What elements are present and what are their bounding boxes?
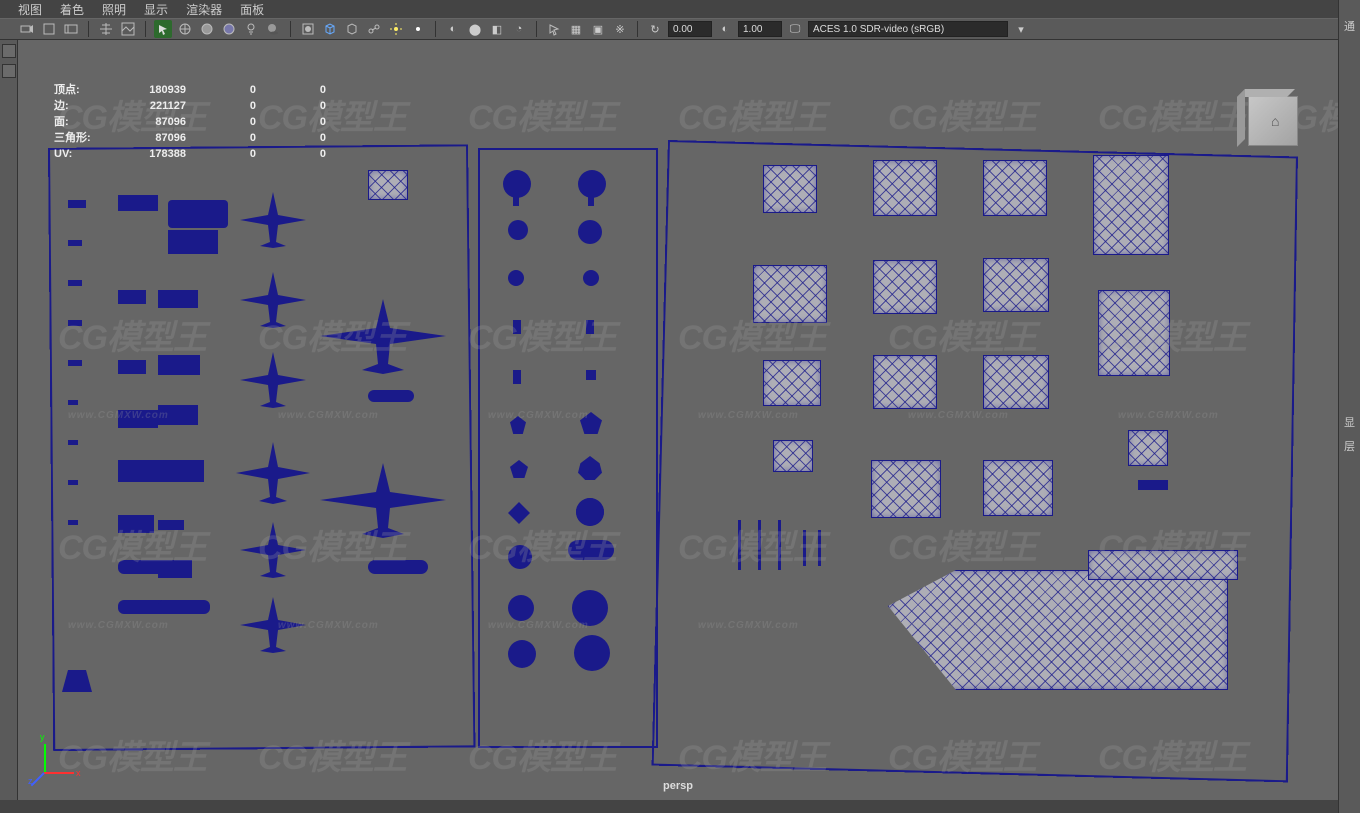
gamma-icon[interactable]: ◐ <box>716 20 734 38</box>
film-gate-icon[interactable] <box>62 20 80 38</box>
display-tab[interactable]: 显 <box>1339 414 1360 430</box>
watermark: CG模型王 <box>888 730 1036 779</box>
select-tool-icon[interactable] <box>545 20 563 38</box>
anti-alias-icon[interactable]: ◧ <box>488 20 506 38</box>
dof-icon[interactable]: ◔ <box>510 20 528 38</box>
menu-shading[interactable]: 着色 <box>60 1 84 18</box>
point-light-icon[interactable] <box>409 20 427 38</box>
watermark: CG模型王 <box>888 520 1036 569</box>
watermark: CG模型王 <box>1098 90 1246 139</box>
watermark: CG模型王 <box>58 520 206 569</box>
select-camera-icon[interactable] <box>18 20 36 38</box>
watermark: CG模型王 <box>1098 310 1246 359</box>
shadows-icon[interactable] <box>264 20 282 38</box>
refresh-icon[interactable]: ↻ <box>646 20 664 38</box>
watermark: CG模型王 <box>678 520 826 569</box>
textured-icon[interactable] <box>220 20 238 38</box>
watermark-url: www.CGMXW.com <box>1118 410 1219 421</box>
watermark: CG模型王 <box>1098 520 1246 569</box>
viewport-icon[interactable]: ▣ <box>589 20 607 38</box>
left-toolbar <box>0 40 18 800</box>
monitor-icon[interactable]: 🖵 <box>786 20 804 38</box>
menu-renderer[interactable]: 渲染器 <box>186 1 222 18</box>
left-tool-1[interactable] <box>2 44 16 58</box>
image-plane-icon[interactable] <box>119 20 137 38</box>
hud-row-edges: 边: 221127 0 0 <box>54 98 326 114</box>
watermark: CG模型王 <box>678 90 826 139</box>
bookmark-icon[interactable] <box>40 20 58 38</box>
group-border-mid <box>478 148 658 748</box>
watermark-url: www.CGMXW.com <box>488 410 589 421</box>
watermark: CG模型王 <box>888 310 1036 359</box>
isolate-select-icon[interactable] <box>299 20 317 38</box>
watermark: CG模型王 <box>258 310 406 359</box>
watermark-url: www.CGMXW.com <box>68 410 169 421</box>
watermark: CG模型王 <box>468 520 616 569</box>
particles-icon[interactable]: ※ <box>611 20 629 38</box>
watermark: CG模型王 <box>888 90 1036 139</box>
camera-label: persp <box>663 780 693 792</box>
hud-row-uvs: UV: 178388 0 0 <box>54 146 326 162</box>
hud-row-tris: 三角形: 87096 0 0 <box>54 130 326 146</box>
wireframe-icon[interactable] <box>176 20 194 38</box>
right-sidebar: 通 显 层 <box>1338 0 1360 813</box>
watermark: CG模型王 <box>1098 730 1246 779</box>
watermark: CG模型王 <box>258 520 406 569</box>
ao-icon[interactable]: ◐ <box>444 20 462 38</box>
home-icon: ⌂ <box>1271 113 1279 129</box>
watermark-url: www.CGMXW.com <box>68 620 169 631</box>
panel-menu: 视图 着色 照明 显示 渲染器 面板 <box>18 0 264 18</box>
gamma-field[interactable]: 1.00 <box>738 21 782 37</box>
menu-show[interactable]: 显示 <box>144 1 168 18</box>
menu-lighting[interactable]: 照明 <box>102 1 126 18</box>
watermark-url: www.CGMXW.com <box>278 620 379 631</box>
watermark: CG模型王 <box>258 730 406 779</box>
motion-blur-icon[interactable]: ⬤ <box>466 20 484 38</box>
cube-icon[interactable] <box>321 20 339 38</box>
menu-panels[interactable]: 面板 <box>240 1 264 18</box>
watermark-url: www.CGMXW.com <box>698 620 799 631</box>
exposure-field[interactable]: 0.00 <box>668 21 712 37</box>
smooth-shade-icon[interactable] <box>198 20 216 38</box>
hud-row-faces: 面: 87096 0 0 <box>54 114 326 130</box>
menu-view[interactable]: 视图 <box>18 1 42 18</box>
grid-icon[interactable] <box>97 20 115 38</box>
watermark-url: www.CGMXW.com <box>1118 620 1219 631</box>
channel-box-tab[interactable]: 通 <box>1339 18 1360 34</box>
axis-gizmo: y x z <box>34 736 82 784</box>
watermark-url: www.CGMXW.com <box>278 410 379 421</box>
left-tool-2[interactable] <box>2 64 16 78</box>
chevron-down-icon[interactable]: ▾ <box>1012 20 1030 38</box>
xray-icon[interactable] <box>343 20 361 38</box>
watermark: CG模型王 <box>58 310 206 359</box>
watermark-url: www.CGMXW.com <box>698 410 799 421</box>
watermark: CG模型王 <box>468 310 616 359</box>
viewport[interactable]: CG模型王 CG模型王 CG模型王 CG模型王 CG模型王 CG模型王 CG模型… <box>18 40 1338 800</box>
use-all-lights-icon[interactable] <box>242 20 260 38</box>
watermark: CG模型王 <box>678 310 826 359</box>
watermark-url: www.CGMXW.com <box>488 620 589 631</box>
watermark-url: www.CGMXW.com <box>908 410 1009 421</box>
xray-joints-icon[interactable] <box>365 20 383 38</box>
watermark: CG模型王 <box>678 730 826 779</box>
watermark: CG模型王 <box>468 730 616 779</box>
watermark: CG模型王 <box>468 90 616 139</box>
select-highlight-icon[interactable] <box>154 20 172 38</box>
watermark-url: www.CGMXW.com <box>908 620 1009 631</box>
colorspace-dropdown[interactable]: ACES 1.0 SDR-video (sRGB) <box>808 21 1008 37</box>
view-cube[interactable]: ⌂ <box>1240 96 1304 160</box>
poly-count-hud: 顶点: 180939 0 0 边: 221127 0 0 面: 87096 0 … <box>54 82 326 162</box>
poly-count-icon[interactable]: ▦ <box>567 20 585 38</box>
light-icon[interactable] <box>387 20 405 38</box>
viewport-toolbar: ◐ ⬤ ◧ ◔ ▦ ▣ ※ ↻ 0.00 ◐ 1.00 🖵 ACES 1.0 S… <box>0 18 1360 40</box>
hud-row-verts: 顶点: 180939 0 0 <box>54 82 326 98</box>
layer-tab[interactable]: 层 <box>1339 438 1360 454</box>
